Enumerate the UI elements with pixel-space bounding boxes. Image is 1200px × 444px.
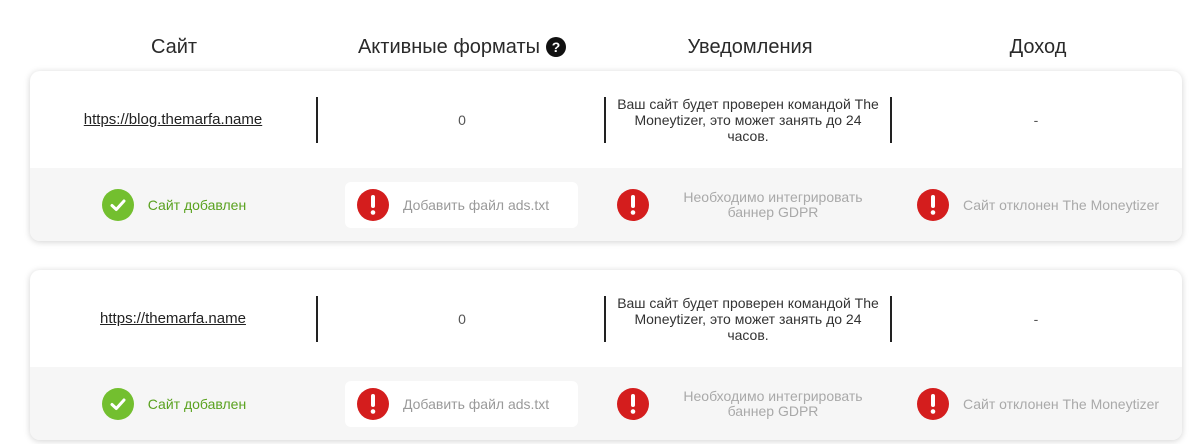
notification-cell: Ваш сайт будет проверен командой The Mon…: [604, 294, 892, 343]
header-formats: Активные форматы ?: [318, 36, 606, 59]
status-gdpr-label: Необходимо интегрировать баннер GDPR: [683, 387, 863, 419]
site-info-row: https://themarfa.name 0 Ваш сайт будет п…: [30, 270, 1182, 367]
site-info-row: https://blog.themarfa.name 0 Ваш сайт бу…: [30, 71, 1182, 168]
status-gdpr: Необходимо интегрировать баннер GDPR: [606, 182, 894, 228]
active-formats-cell: 0: [318, 97, 606, 143]
site-card: https://blog.themarfa.name 0 Ваш сайт бу…: [30, 71, 1182, 241]
active-formats-cell: 0: [318, 296, 606, 342]
status-added: Сайт добавлен: [30, 381, 318, 427]
site-url-cell: https://themarfa.name: [30, 295, 318, 342]
site-url-link[interactable]: https://blog.themarfa.name: [84, 111, 262, 128]
income-cell: -: [892, 97, 1180, 143]
exclamation-circle-icon: [916, 387, 949, 420]
add-ads-txt-button[interactable]: Добавить файл ads.txt: [345, 380, 578, 427]
exclamation-circle-icon: [357, 188, 389, 221]
add-ads-txt-button[interactable]: Добавить файл ads.txt: [345, 181, 578, 228]
site-url-cell: https://blog.themarfa.name: [30, 96, 318, 143]
check-circle-icon: [101, 387, 134, 420]
exclamation-circle-icon: [357, 387, 389, 420]
status-rejected: Сайт отклонен The Moneytizer: [894, 182, 1182, 228]
check-circle-icon: [101, 188, 134, 221]
status-rejected: Сайт отклонен The Moneytizer: [894, 381, 1182, 427]
notification-text: Ваш сайт будет проверен командой The Mon…: [617, 294, 879, 343]
header-site-label: Сайт: [150, 35, 198, 58]
active-formats-value: 0: [458, 310, 466, 327]
income-value: -: [1033, 111, 1039, 128]
exclamation-circle-icon: [617, 387, 649, 420]
status-ads: Добавить файл ads.txt: [318, 181, 606, 228]
income-value: -: [1033, 310, 1039, 327]
status-gdpr: Необходимо интегрировать баннер GDPR: [606, 381, 894, 427]
status-added: Сайт добавлен: [30, 182, 318, 228]
header-formats-label: Активные форматы: [357, 35, 541, 58]
help-icon[interactable]: ?: [546, 37, 567, 57]
status-rejected-label: Сайт отклонен The Moneytizer: [962, 395, 1160, 412]
exclamation-circle-icon: [617, 188, 649, 221]
status-ads-label: Добавить файл ads.txt: [403, 395, 550, 412]
status-ads: Добавить файл ads.txt: [318, 380, 606, 427]
header-income-label: Доход: [1009, 35, 1067, 58]
active-formats-value: 0: [458, 111, 466, 128]
status-added-label: Сайт добавлен: [147, 395, 247, 412]
notification-cell: Ваш сайт будет проверен командой The Mon…: [604, 95, 892, 144]
exclamation-circle-icon: [916, 188, 949, 221]
status-ads-label: Добавить файл ads.txt: [403, 196, 550, 213]
status-gdpr-label: Необходимо интегрировать баннер GDPR: [683, 188, 863, 220]
site-status-row: Сайт добавлен Добавить файл ads.txt Необ…: [30, 168, 1182, 241]
notification-text: Ваш сайт будет проверен командой The Mon…: [617, 95, 879, 144]
header-income: Доход: [894, 36, 1182, 59]
header-notifications-label: Уведомления: [687, 35, 813, 58]
site-url-link[interactable]: https://themarfa.name: [100, 310, 246, 327]
income-cell: -: [892, 296, 1180, 342]
sites-page: Сайт Активные форматы ? Уведомления Дохо…: [0, 0, 1200, 444]
header-notifications: Уведомления: [606, 36, 894, 59]
status-added-label: Сайт добавлен: [147, 196, 247, 213]
status-rejected-label: Сайт отклонен The Moneytizer: [962, 196, 1160, 213]
site-card: https://themarfa.name 0 Ваш сайт будет п…: [30, 270, 1182, 440]
site-status-row: Сайт добавлен Добавить файл ads.txt Необ…: [30, 367, 1182, 440]
table-header: Сайт Активные форматы ? Уведомления Дохо…: [30, 32, 1182, 62]
header-site: Сайт: [30, 36, 318, 59]
